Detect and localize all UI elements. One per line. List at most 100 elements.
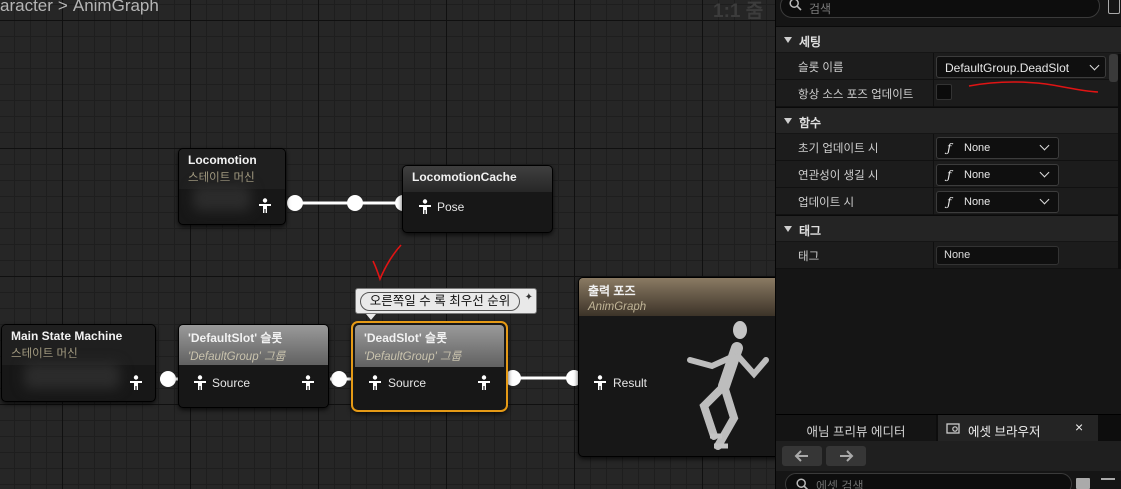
search-placeholder: 검색 (809, 2, 832, 16)
section-header-functions[interactable]: 함수 (776, 107, 1121, 133)
tag-input[interactable]: None (936, 246, 1059, 265)
section-header-settings[interactable]: 세팅 (776, 26, 1121, 52)
pose-pin-icon[interactable] (593, 375, 607, 391)
column-divider (933, 161, 934, 188)
chevron-down-icon (1039, 167, 1050, 178)
section-header-tag[interactable]: 태그 (776, 215, 1121, 241)
folder-icon[interactable] (1076, 478, 1090, 489)
node-subtitle: 스테이트 머신 (188, 172, 255, 184)
preview-thumbnail (193, 185, 251, 211)
node-subtitle: AnimGraph (588, 301, 647, 313)
search-icon (789, 0, 802, 11)
anim-graph-canvas[interactable]: aracter > AnimGraph 1:1 줌 Locomotion 스테이트 … (0, 0, 775, 489)
property-label: 업데이트 시 (798, 197, 855, 209)
collapse-arrow-icon (784, 226, 792, 232)
pin-label: Result (613, 376, 648, 390)
property-label: 연관성이 생길 시 (798, 170, 879, 182)
column-divider (933, 188, 934, 215)
comment-bubble[interactable]: 오른쪽일 수 록 최우선 순위 ✦ (355, 288, 537, 320)
comment-text: 오른쪽일 수 록 최우선 순위 (360, 292, 520, 311)
function-icon: ƒ (947, 195, 952, 209)
pin-label: Pose (437, 200, 465, 214)
node-subtitle: 'DefaultGroup' 그룹 (364, 351, 462, 363)
comment-tail (366, 314, 376, 320)
forward-button[interactable] (826, 446, 866, 466)
wire-knot[interactable] (160, 371, 176, 387)
close-icon[interactable]: × (1075, 419, 1083, 435)
pose-pin-icon[interactable] (418, 199, 432, 215)
function-dropdown[interactable]: ƒ None (936, 164, 1059, 186)
column-divider (933, 242, 934, 269)
function-icon: ƒ (947, 141, 952, 155)
default-slot-node[interactable]: 'DefaultSlot' 슬롯 'DefaultGroup' 그룹 Sourc… (178, 324, 329, 408)
wire-knot[interactable] (347, 195, 363, 211)
asset-search-input[interactable]: 에셋 검색 (785, 473, 1072, 489)
collapse-arrow-icon (784, 37, 792, 43)
tab-asset-browser[interactable]: 에셋 브라우저 × (938, 415, 1098, 442)
details-scrollbar[interactable] (1109, 54, 1118, 82)
details-search-input[interactable]: 검색 (780, 0, 1100, 18)
pose-pin-icon[interactable] (477, 375, 491, 391)
property-label: 항상 소스 포즈 업데이트 (798, 89, 914, 101)
property-label: 슬롯 이름 (798, 62, 844, 74)
collapse-arrow-icon (784, 118, 792, 124)
dead-slot-node[interactable]: 'DeadSlot' 슬롯 'DefaultGroup' 그룹 Source (351, 321, 508, 412)
locomotion-cache-node[interactable]: LocomotionCache Pose (402, 165, 553, 233)
always-update-checkbox[interactable] (936, 84, 952, 100)
red-underline-annotation (968, 81, 1099, 93)
pose-pin-icon[interactable] (193, 375, 207, 391)
back-button[interactable] (782, 446, 822, 466)
bottom-tab-bar: 애님 프리뷰 에디터 에셋 브라우저 × (776, 414, 1121, 442)
search-placeholder: 에셋 검색 (816, 479, 864, 489)
function-dropdown[interactable]: ƒ None (936, 137, 1059, 159)
column-divider (933, 80, 934, 107)
wire-knot[interactable] (331, 371, 347, 387)
chevron-down-icon (1039, 194, 1050, 205)
tab-anim-preview-editor[interactable]: 애님 프리뷰 에디터 (776, 415, 936, 442)
node-title: LocomotionCache (412, 170, 517, 184)
layout-icon[interactable] (1108, 0, 1120, 14)
node-subtitle: 스테이트 머신 (11, 348, 78, 360)
wire-knot[interactable] (287, 195, 303, 211)
pin-icon[interactable]: ✦ (525, 292, 533, 303)
chevron-down-icon (1089, 60, 1100, 71)
property-row-initial-update: 초기 업데이트 시 ƒ None (776, 134, 1121, 161)
pin-label: Source (212, 376, 251, 390)
column-divider (933, 53, 934, 80)
pose-pin-icon[interactable] (301, 375, 315, 391)
pose-pin-icon[interactable] (258, 198, 272, 214)
section-title: 태그 (799, 224, 822, 238)
section-title: 함수 (799, 116, 822, 130)
folder-search-icon (946, 423, 960, 434)
main-state-machine-node[interactable]: Main State Machine 스테이트 머신 (1, 324, 156, 402)
node-title: Locomotion (188, 153, 257, 167)
preview-thumbnail (24, 363, 120, 389)
locomotion-node[interactable]: Locomotion 스테이트 머신 (178, 148, 286, 225)
output-pose-node[interactable]: 출력 포즈 AnimGraph Result (578, 277, 775, 457)
chevron-down-icon (1039, 140, 1050, 151)
node-subtitle: 'DefaultGroup' 그룹 (188, 351, 286, 363)
node-title: Main State Machine (11, 329, 123, 343)
running-mannequin-icon (687, 321, 769, 450)
function-dropdown[interactable]: ƒ None (936, 191, 1059, 213)
section-title: 세팅 (799, 35, 822, 49)
search-icon (796, 478, 809, 489)
tab-label: 에셋 브라우저 (968, 425, 1041, 439)
pose-pin-icon[interactable] (129, 375, 143, 391)
input-value: None (944, 249, 971, 261)
property-label: 태그 (798, 251, 820, 263)
property-row-on-update: 업데이트 시 ƒ None (776, 188, 1121, 215)
arrow-left-icon (794, 450, 808, 462)
arrow-right-icon (840, 450, 854, 462)
property-row-tag: 태그 None (776, 242, 1121, 269)
dropdown-value: None (964, 142, 991, 154)
menu-icon[interactable] (1101, 478, 1115, 489)
pose-pin-icon[interactable] (368, 375, 382, 391)
function-icon: ƒ (947, 168, 952, 182)
details-panel: 검색 세팅 슬롯 이름 DefaultGroup.DeadSlot 항상 소스 … (775, 0, 1121, 489)
red-checkmark-annotation (372, 244, 402, 282)
dropdown-value: None (964, 169, 991, 181)
node-title: 'DeadSlot' 슬롯 (364, 331, 448, 345)
dropdown-value: None (964, 196, 991, 208)
pin-label: Source (388, 376, 427, 390)
